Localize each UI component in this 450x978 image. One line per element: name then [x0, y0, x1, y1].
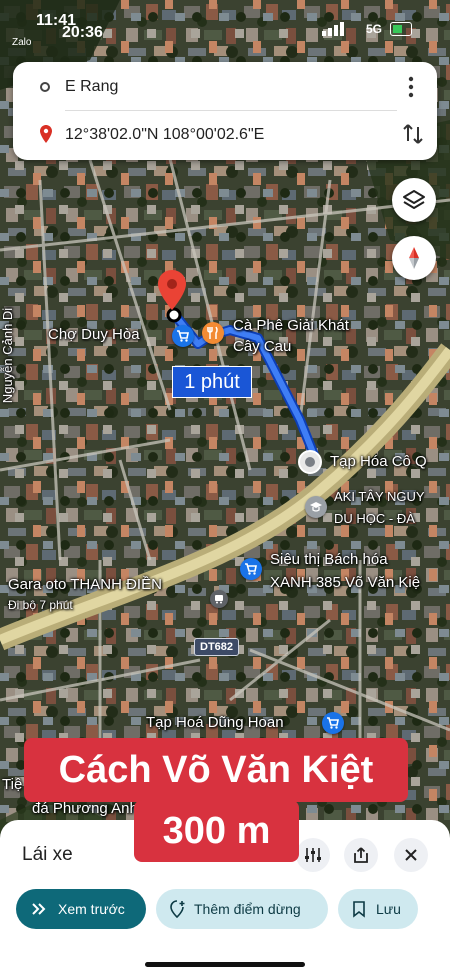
- signal-icon: [322, 22, 344, 36]
- supermarket-line: Siêu thị Bách hóa XANH 385 Võ Văn Kiệ: [270, 551, 421, 591]
- road-number-badge: DT682: [194, 638, 240, 656]
- bookmark-icon: [353, 901, 365, 918]
- map-label-grocery2[interactable]: Tạp Hoá Dũng Hoan: [146, 714, 284, 731]
- destination-row[interactable]: 12°38'02.0"N 108°00'02.6"E: [13, 112, 437, 158]
- swap-icon[interactable]: [401, 122, 425, 146]
- origin-input[interactable]: E Rang: [65, 78, 118, 96]
- close-icon: [405, 849, 417, 861]
- home-indicator[interactable]: [145, 962, 305, 967]
- preview-button[interactable]: Xem trước: [16, 889, 146, 929]
- destination-input[interactable]: 12°38'02.0"N 108°00'02.6"E: [65, 126, 264, 144]
- layers-button[interactable]: [392, 178, 436, 222]
- travel-mode-label: Lái xe: [22, 844, 73, 865]
- compass-icon: [409, 247, 419, 269]
- street-label-left: Nguyễn Cảnh Di: [0, 307, 16, 404]
- network-type: 5G: [366, 22, 383, 36]
- status-app-label: Zalo: [12, 37, 32, 48]
- cafe-line: Cà Phê Giải Khát Cây Cau: [233, 317, 349, 355]
- share-icon: [354, 847, 368, 863]
- save-label: Lưu: [376, 901, 401, 917]
- double-chevron-icon: [32, 903, 46, 915]
- route-duration-badge[interactable]: 1 phút: [172, 366, 252, 398]
- school-icon[interactable]: [305, 496, 327, 518]
- origin-circle-icon: [40, 82, 50, 92]
- shopping-cart-icon[interactable]: [172, 325, 194, 347]
- video-caption-line1: Cách Võ Văn Kiệt: [24, 738, 408, 802]
- battery-icon: [390, 22, 412, 36]
- preview-label: Xem trước: [58, 901, 125, 917]
- save-button[interactable]: Lưu: [338, 889, 418, 929]
- map-label-supermarket[interactable]: Siêu thị Bách hóa XANH 385 Võ Văn Kiệ: [270, 548, 420, 594]
- route-options-button[interactable]: [296, 838, 330, 872]
- share-button[interactable]: [344, 838, 378, 872]
- video-caption-line2: 300 m: [134, 800, 299, 862]
- school-line: AKI TÂY NGUY DU HỌC - ĐÀ: [334, 489, 425, 526]
- add-stop-label: Thêm điểm dừng: [194, 901, 301, 917]
- bus-stop-icon[interactable]: [210, 590, 228, 608]
- layers-icon: [403, 190, 425, 209]
- map-label-garage[interactable]: Gara oto THANH ĐIỀN: [8, 576, 162, 593]
- map-label-walk: Đi bộ 7 phút: [8, 598, 73, 612]
- map-label-market[interactable]: Chợ Duy Hòa: [48, 326, 140, 343]
- directions-card: E Rang 12°38'02.0"N 108°00'02.6"E: [13, 62, 437, 160]
- map-label-cafe[interactable]: Cà Phê Giải Khát Cây Cau: [233, 315, 349, 357]
- overlay-time: 20:36: [62, 24, 103, 41]
- shopping-cart-icon[interactable]: [240, 558, 262, 580]
- more-options-icon[interactable]: [401, 74, 421, 100]
- add-location-icon: [170, 900, 185, 918]
- map-label-bottom-1: Tiệ: [2, 776, 23, 793]
- shopping-cart-icon[interactable]: [322, 712, 344, 734]
- divider: [65, 110, 397, 111]
- map-label-bottom-2: đá Phương Anh: [32, 800, 138, 817]
- restaurant-icon[interactable]: [202, 322, 224, 344]
- map-label-school[interactable]: AKI TÂY NGUY DU HỌC - ĐÀ: [334, 486, 425, 530]
- add-stop-button[interactable]: Thêm điểm dừng: [156, 889, 328, 929]
- location-pin-icon: [40, 125, 52, 143]
- close-button[interactable]: [394, 838, 428, 872]
- tune-icon: [305, 848, 321, 862]
- status-bar: 11:41 Zalo 20:36 5G: [0, 0, 450, 50]
- origin-row[interactable]: E Rang: [13, 64, 437, 110]
- map-label-grocery[interactable]: Tạp Hóa Cô Q: [330, 453, 427, 470]
- compass-button[interactable]: [392, 236, 436, 280]
- destination-pin-icon[interactable]: [158, 270, 186, 310]
